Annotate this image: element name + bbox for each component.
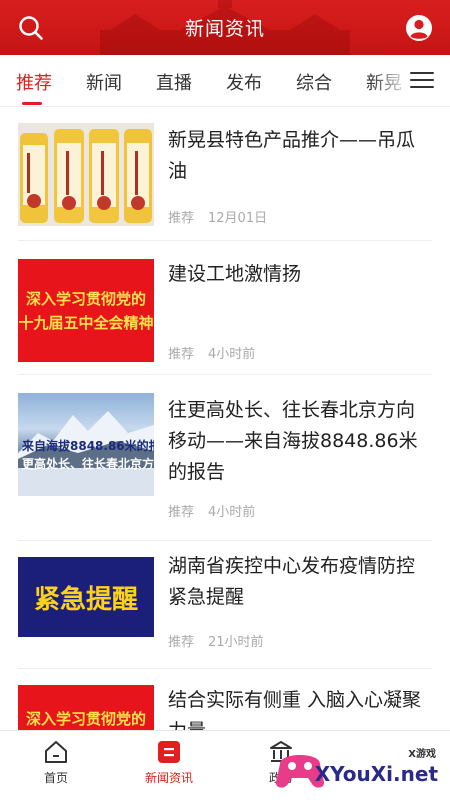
news-meta: 推荐 4小时前 (168, 343, 255, 362)
news-thumbnail: 来自海拔8848.86米的报告 更高处长、往长春北京方向 (18, 393, 154, 496)
news-time: 4小时前 (208, 347, 256, 362)
news-item[interactable]: 来自海拔8848.86米的报告 更高处长、往长春北京方向 往更高处长、往长春北京… (18, 391, 432, 541)
news-tag: 推荐 (168, 211, 195, 226)
tab-live[interactable]: 直播 (156, 69, 192, 95)
news-tag: 推荐 (168, 505, 195, 520)
app-header: 新闻资讯 (0, 0, 450, 55)
news-time: 12月01日 (208, 211, 268, 226)
news-thumbnail: 深入学习贯彻党的 十九届五中全会精神 (18, 259, 154, 362)
news-item[interactable]: 深入学习贯彻党的 结合实际有侧重 入脑入心凝聚力量 (18, 683, 432, 730)
news-time: 4小时前 (208, 505, 256, 520)
news-item[interactable]: 新晃县特色产品推介——吊瓜油 推荐 12月01日 (18, 123, 432, 241)
news-thumbnail: 紧急提醒 (18, 557, 154, 637)
thumb-text-line: 十九届五中全会精神 (18, 313, 154, 332)
thumb-text-line: 更高处长、往长春北京方向 (22, 457, 154, 471)
user-profile-button[interactable] (402, 11, 436, 45)
tab-general[interactable]: 综合 (296, 69, 332, 95)
news-title: 湖南省疾控中心发布疫情防控紧急提醒 (168, 555, 416, 608)
app-screen: 新闻资讯 推荐 新闻 直播 发布 综合 新晃县特色产品推介——吊瓜油 推荐 12… (0, 0, 450, 800)
tab-fade (370, 55, 410, 105)
news-title: 新晃县特色产品推介——吊瓜油 (168, 129, 416, 182)
thumb-text-line: 深入学习贯彻党的 (25, 710, 146, 728)
tab-news[interactable]: 新闻 (86, 69, 122, 95)
news-title: 结合实际有侧重 入脑入心凝聚力量 (168, 689, 422, 730)
watermark-text: XYouXi.net (314, 762, 438, 786)
watermark: X游戏 XYouXi.net (270, 736, 450, 800)
thumb-text: 紧急提醒 (33, 584, 138, 615)
tab-publish[interactable]: 发布 (226, 69, 262, 95)
bottom-navigation: 首页 新闻资讯 政务 (0, 730, 450, 800)
news-item[interactable]: 深入学习贯彻党的 十九届五中全会精神 建设工地激情扬 推荐 4小时前 (18, 257, 432, 375)
menu-icon (410, 72, 434, 74)
active-tab-indicator (22, 102, 42, 105)
nav-news[interactable]: 新闻资讯 (124, 739, 214, 786)
thumb-text-line: 来自海拔8848.86米的报告 (22, 439, 154, 453)
nav-label: 首页 (43, 771, 68, 785)
news-meta: 推荐 12月01日 (168, 207, 267, 226)
user-icon (406, 15, 432, 41)
news-tag: 推荐 (168, 347, 195, 362)
news-title: 往更高处长、往长春北京方向移动——来自海拔8848.86米的报告 (168, 399, 418, 483)
news-thumbnail (18, 123, 154, 226)
news-icon (158, 741, 180, 763)
nav-home[interactable]: 首页 (11, 739, 101, 786)
page-title: 新闻资讯 (184, 18, 265, 40)
news-thumbnail: 深入学习贯彻党的 (18, 685, 154, 730)
home-icon (45, 741, 67, 763)
news-meta: 推荐 21小时前 (168, 631, 264, 650)
news-time: 21小时前 (208, 635, 264, 650)
news-item[interactable]: 紧急提醒 湖南省疾控中心发布疫情防控紧急提醒 推荐 21小时前 (18, 549, 432, 669)
nav-label: 新闻资讯 (144, 771, 193, 785)
news-tag: 推荐 (168, 635, 195, 650)
oil-bottles-image (18, 123, 154, 226)
news-feed: 新晃县特色产品推介——吊瓜油 推荐 12月01日 深入学习贯彻党的 十九届五中全会… (0, 107, 450, 730)
tab-menu-button[interactable] (410, 65, 434, 95)
tab-recommend[interactable]: 推荐 (16, 69, 52, 95)
watermark-subtext: X游戏 (408, 749, 436, 760)
news-meta: 推荐 4小时前 (168, 501, 255, 520)
category-tabs: 推荐 新闻 直播 发布 综合 新晃 (0, 55, 450, 107)
thumb-text-line: 深入学习贯彻党的 (25, 289, 146, 308)
news-title: 建设工地激情扬 (168, 263, 302, 285)
